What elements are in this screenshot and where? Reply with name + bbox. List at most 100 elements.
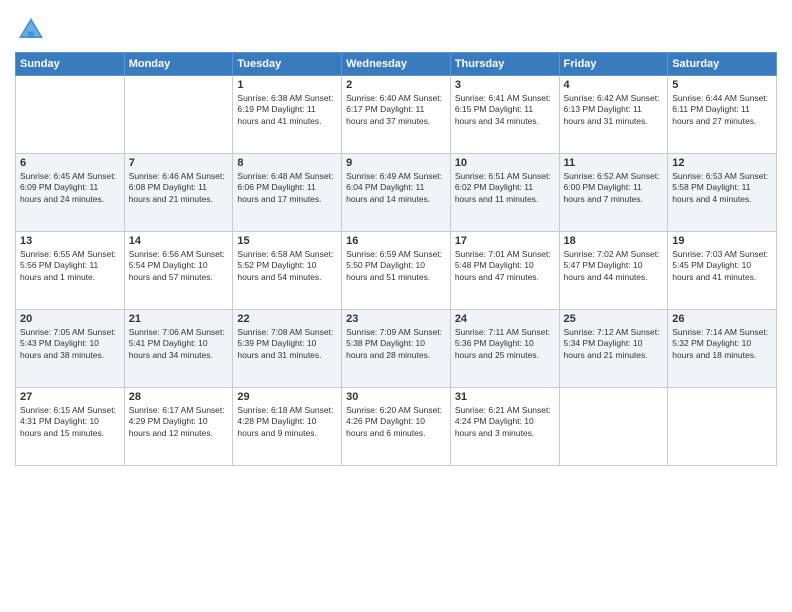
day-number: 25 [564,313,664,325]
day-cell: 25 Sunrise: 7:12 AM Sunset: 5:34 PM Dayli… [559,310,668,388]
day-info: Sunrise: 6:40 AM Sunset: 6:17 PM Dayligh… [346,93,446,127]
weekday-sunday: Sunday [16,53,125,76]
calendar-table: SundayMondayTuesdayWednesdayThursdayFrid… [15,52,777,466]
weekday-thursday: Thursday [450,53,559,76]
day-cell: 2 Sunrise: 6:40 AM Sunset: 6:17 PM Daylig… [342,76,451,154]
day-info: Sunrise: 7:12 AM Sunset: 5:34 PM Dayligh… [564,327,664,361]
week-row-2: 6Sunrise: 6:45 AM Sunset: 6:09 PM Daylig… [16,154,777,232]
day-number: 1 [237,79,337,91]
day-info: Sunrise: 7:08 AM Sunset: 5:39 PM Dayligh… [237,327,337,361]
day-number: 16 [346,235,446,247]
day-cell: 26 Sunrise: 7:14 AM Sunset: 5:32 PM Dayli… [668,310,777,388]
day-info: Sunrise: 7:06 AM Sunset: 5:41 PM Dayligh… [129,327,229,361]
weekday-friday: Friday [559,53,668,76]
week-row-1: 1 Sunrise: 6:38 AM Sunset: 6:19 PM Daylig… [16,76,777,154]
day-info: Sunrise: 6:18 AM Sunset: 4:28 PM Dayligh… [237,405,337,439]
day-info: Sunrise: 6:46 AM Sunset: 6:08 PM Dayligh… [129,171,229,205]
week-row-3: 13Sunrise: 6:55 AM Sunset: 5:56 PM Dayli… [16,232,777,310]
day-number: 24 [455,313,555,325]
day-number: 5 [672,79,772,91]
day-cell: 14 Sunrise: 6:56 AM Sunset: 5:54 PM Dayli… [124,232,233,310]
day-info: Sunrise: 6:52 AM Sunset: 6:00 PM Dayligh… [564,171,664,205]
day-cell: 17Sunrise: 7:01 AM Sunset: 5:48 PM Dayli… [450,232,559,310]
day-cell [668,388,777,466]
page-container: SundayMondayTuesdayWednesdayThursdayFrid… [0,0,792,476]
day-cell: 31 Sunrise: 6:21 AM Sunset: 4:24 PM Dayli… [450,388,559,466]
day-info: Sunrise: 6:44 AM Sunset: 6:11 PM Dayligh… [672,93,772,127]
day-number: 26 [672,313,772,325]
day-number: 27 [20,391,120,403]
day-number: 29 [237,391,337,403]
day-info: Sunrise: 6:41 AM Sunset: 6:15 PM Dayligh… [455,93,555,127]
day-info: Sunrise: 6:59 AM Sunset: 5:50 PM Dayligh… [346,249,446,283]
day-number: 22 [237,313,337,325]
day-info: Sunrise: 6:58 AM Sunset: 5:52 PM Dayligh… [237,249,337,283]
day-cell: 13Sunrise: 6:55 AM Sunset: 5:56 PM Dayli… [16,232,125,310]
day-cell: 4 Sunrise: 6:42 AM Sunset: 6:13 PM Daylig… [559,76,668,154]
day-number: 12 [672,157,772,169]
day-number: 8 [237,157,337,169]
day-info: Sunrise: 6:53 AM Sunset: 5:58 PM Dayligh… [672,171,772,205]
weekday-header-row: SundayMondayTuesdayWednesdayThursdayFrid… [16,53,777,76]
day-cell: 15 Sunrise: 6:58 AM Sunset: 5:52 PM Dayli… [233,232,342,310]
day-info: Sunrise: 6:38 AM Sunset: 6:19 PM Dayligh… [237,93,337,127]
day-cell: 30Sunrise: 6:20 AM Sunset: 4:26 PM Dayli… [342,388,451,466]
day-cell: 19 Sunrise: 7:03 AM Sunset: 5:45 PM Dayli… [668,232,777,310]
weekday-tuesday: Tuesday [233,53,342,76]
day-number: 3 [455,79,555,91]
day-info: Sunrise: 6:15 AM Sunset: 4:31 PM Dayligh… [20,405,120,439]
day-cell: 7Sunrise: 6:46 AM Sunset: 6:08 PM Daylig… [124,154,233,232]
day-cell [559,388,668,466]
day-cell: 5 Sunrise: 6:44 AM Sunset: 6:11 PM Daylig… [668,76,777,154]
day-number: 28 [129,391,229,403]
day-info: Sunrise: 6:51 AM Sunset: 6:02 PM Dayligh… [455,171,555,205]
day-info: Sunrise: 6:21 AM Sunset: 4:24 PM Dayligh… [455,405,555,439]
day-cell: 18 Sunrise: 7:02 AM Sunset: 5:47 PM Dayli… [559,232,668,310]
day-info: Sunrise: 6:56 AM Sunset: 5:54 PM Dayligh… [129,249,229,283]
week-row-4: 20 Sunrise: 7:05 AM Sunset: 5:43 PM Dayli… [16,310,777,388]
weekday-monday: Monday [124,53,233,76]
day-info: Sunrise: 7:03 AM Sunset: 5:45 PM Dayligh… [672,249,772,283]
day-cell: 21Sunrise: 7:06 AM Sunset: 5:41 PM Dayli… [124,310,233,388]
day-number: 17 [455,235,555,247]
day-cell: 28Sunrise: 6:17 AM Sunset: 4:29 PM Dayli… [124,388,233,466]
day-number: 13 [20,235,120,247]
day-info: Sunrise: 7:02 AM Sunset: 5:47 PM Dayligh… [564,249,664,283]
day-number: 9 [346,157,446,169]
day-number: 31 [455,391,555,403]
day-cell: 27 Sunrise: 6:15 AM Sunset: 4:31 PM Dayli… [16,388,125,466]
weekday-wednesday: Wednesday [342,53,451,76]
day-info: Sunrise: 6:20 AM Sunset: 4:26 PM Dayligh… [346,405,446,439]
day-cell: 23Sunrise: 7:09 AM Sunset: 5:38 PM Dayli… [342,310,451,388]
day-info: Sunrise: 6:42 AM Sunset: 6:13 PM Dayligh… [564,93,664,127]
day-info: Sunrise: 6:49 AM Sunset: 6:04 PM Dayligh… [346,171,446,205]
header [15,10,777,46]
day-number: 6 [20,157,120,169]
day-cell: 8 Sunrise: 6:48 AM Sunset: 6:06 PM Daylig… [233,154,342,232]
day-number: 18 [564,235,664,247]
day-number: 14 [129,235,229,247]
day-info: Sunrise: 7:14 AM Sunset: 5:32 PM Dayligh… [672,327,772,361]
day-number: 2 [346,79,446,91]
day-number: 15 [237,235,337,247]
day-cell: 16 Sunrise: 6:59 AM Sunset: 5:50 PM Dayli… [342,232,451,310]
day-info: Sunrise: 7:09 AM Sunset: 5:38 PM Dayligh… [346,327,446,361]
day-info: Sunrise: 7:11 AM Sunset: 5:36 PM Dayligh… [455,327,555,361]
weekday-saturday: Saturday [668,53,777,76]
day-cell: 9 Sunrise: 6:49 AM Sunset: 6:04 PM Daylig… [342,154,451,232]
day-cell [16,76,125,154]
day-cell: 6Sunrise: 6:45 AM Sunset: 6:09 PM Daylig… [16,154,125,232]
day-number: 20 [20,313,120,325]
day-cell: 20 Sunrise: 7:05 AM Sunset: 5:43 PM Dayli… [16,310,125,388]
day-number: 11 [564,157,664,169]
day-number: 4 [564,79,664,91]
day-cell: 10 Sunrise: 6:51 AM Sunset: 6:02 PM Dayli… [450,154,559,232]
day-info: Sunrise: 7:05 AM Sunset: 5:43 PM Dayligh… [20,327,120,361]
day-number: 10 [455,157,555,169]
day-cell: 22 Sunrise: 7:08 AM Sunset: 5:39 PM Dayli… [233,310,342,388]
day-cell [124,76,233,154]
week-row-5: 27 Sunrise: 6:15 AM Sunset: 4:31 PM Dayli… [16,388,777,466]
day-info: Sunrise: 6:48 AM Sunset: 6:06 PM Dayligh… [237,171,337,205]
day-cell: 24 Sunrise: 7:11 AM Sunset: 5:36 PM Dayli… [450,310,559,388]
day-number: 19 [672,235,772,247]
